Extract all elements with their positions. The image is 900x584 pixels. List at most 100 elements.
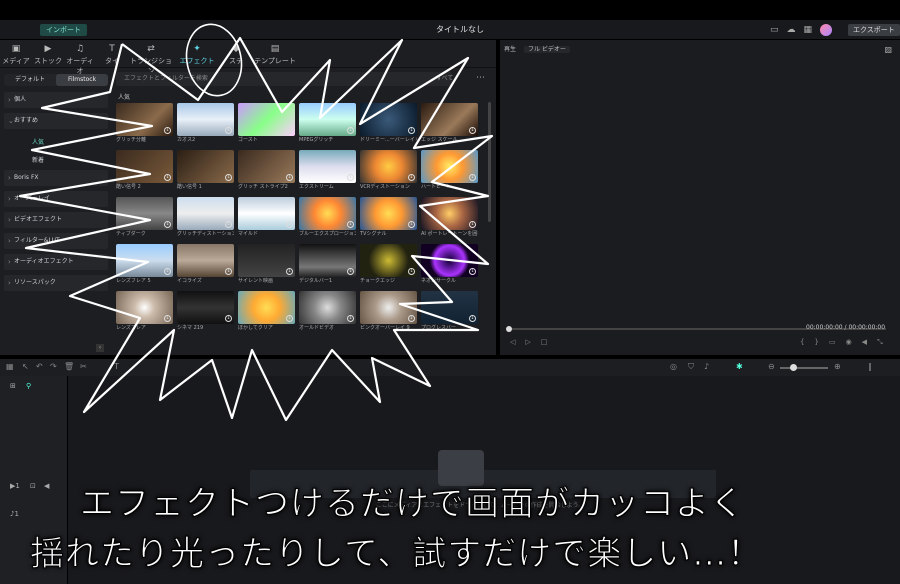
download-icon[interactable]: ↓ — [347, 315, 354, 322]
add-track-icon[interactable]: ⊞ — [10, 382, 16, 390]
camera-icon[interactable]: ◉ — [846, 338, 852, 347]
tab-default[interactable]: デフォルト — [4, 74, 56, 86]
volume-icon[interactable]: ◀ — [862, 338, 867, 347]
effect-tile[interactable]: ↓ プログレスバー — [421, 291, 478, 335]
sort-dropdown[interactable]: すべて — [436, 72, 453, 86]
effect-tile[interactable]: ↓ AI ポートレートーンを囲む — [421, 197, 478, 241]
effect-tile[interactable]: ↓ ピンクオーバーレイ 9 — [360, 291, 417, 335]
category-recommended[interactable]: おすすめ — [4, 113, 108, 129]
category-boris[interactable]: Boris FX — [4, 170, 108, 186]
tab-media[interactable]: ▣ メディア — [0, 40, 32, 67]
select-icon[interactable]: ↖ — [22, 362, 29, 371]
download-icon[interactable]: ↓ — [469, 127, 476, 134]
effect-tile[interactable]: ↓ ドリーミー...ーバーレイ 04 — [360, 103, 417, 147]
effect-tile[interactable]: ↓ レンズフレア 5 — [116, 244, 173, 288]
download-icon[interactable]: ↓ — [286, 174, 293, 181]
effect-tile[interactable]: ↓ グリッチディストーション — [177, 197, 234, 241]
effect-tile[interactable]: ↓ ティブダーク — [116, 197, 173, 241]
effect-tile[interactable]: ↓ カオス2 — [177, 103, 234, 147]
scrollbar[interactable] — [488, 102, 491, 222]
effect-tile[interactable]: ↓ イコライズ — [177, 244, 234, 288]
play-icon[interactable]: ▷ — [525, 338, 530, 346]
download-icon[interactable]: ↓ — [225, 315, 232, 322]
fullscreen-icon[interactable]: ⤡ — [877, 338, 883, 347]
tab-sticker[interactable]: ◆ ステ — [220, 40, 252, 67]
effect-tile[interactable]: ↓ 酷い信号 2 — [116, 150, 173, 194]
cloud-icon[interactable]: ☁ — [787, 24, 796, 36]
layout-icon[interactable]: ▦ — [6, 362, 14, 371]
effect-tile[interactable]: ↓ チョークエッジ — [360, 244, 417, 288]
download-icon[interactable]: ↓ — [347, 268, 354, 275]
stop-icon[interactable]: □ — [541, 338, 548, 346]
download-icon[interactable]: ↓ — [164, 127, 171, 134]
grid-icon[interactable]: ▦ — [804, 24, 813, 36]
tab-template[interactable]: ▤ テンプレート — [252, 40, 298, 67]
download-icon[interactable]: ↓ — [286, 315, 293, 322]
download-icon[interactable]: ↓ — [469, 268, 476, 275]
playhead-knob[interactable] — [506, 326, 512, 332]
download-icon[interactable]: ↓ — [347, 127, 354, 134]
tab-effects[interactable]: ✦ エフェクト — [174, 40, 220, 67]
download-icon[interactable]: ↓ — [164, 315, 171, 322]
quality-dropdown[interactable]: フル ビデオー — [523, 46, 570, 53]
sub-new[interactable]: 新着 — [4, 152, 108, 170]
zoom-slider[interactable] — [780, 367, 828, 369]
effect-tile[interactable]: ↓ 酷い信号 1 — [177, 150, 234, 194]
download-icon[interactable]: ↓ — [286, 268, 293, 275]
effect-tile[interactable]: ↓ TVシグナル — [360, 197, 417, 241]
download-icon[interactable]: ↓ — [469, 174, 476, 181]
mic-icon[interactable]: ♪ — [704, 362, 709, 371]
more-icon[interactable]: ⋯ — [476, 72, 485, 84]
category-audio-effects[interactable]: オーディオエフェクト — [4, 254, 108, 270]
mark-out-icon[interactable]: } — [814, 338, 818, 347]
resource-pack[interactable]: リソースパック — [4, 275, 108, 291]
effect-tile[interactable]: ↓ ネオンサークル — [421, 244, 478, 288]
category-video-effects[interactable]: ビデオエフェクト — [4, 212, 108, 228]
effect-tile[interactable]: ↓ MPEGグリッチ — [299, 103, 356, 147]
effect-tile[interactable]: ↓ オールドビデオ — [299, 291, 356, 335]
display-icon[interactable]: ▭ — [829, 338, 836, 347]
lock-icon[interactable]: ⊡ — [30, 482, 36, 490]
category-personal[interactable]: 個人 — [4, 92, 108, 108]
category-filters[interactable]: フィルター&LUT — [4, 233, 108, 249]
zoom-out-icon[interactable]: ⊖ — [768, 362, 775, 371]
redo-icon[interactable]: ↷ — [50, 362, 57, 371]
mute-icon[interactable]: ◀ — [44, 482, 49, 490]
monitor-icon[interactable]: ▭ — [770, 24, 779, 36]
ai-icon[interactable]: ✱ — [736, 362, 743, 371]
export-button[interactable]: エクスポート — [848, 24, 900, 36]
download-icon[interactable]: ↓ — [164, 221, 171, 228]
effect-tile[interactable]: ↓ ぼかしてクリア — [238, 291, 295, 335]
avatar[interactable] — [820, 24, 833, 36]
collapse-sidebar-button[interactable]: ‹ — [96, 344, 104, 352]
tab-stock[interactable]: ▶ ストック — [32, 40, 64, 67]
download-icon[interactable]: ↓ — [408, 315, 415, 322]
tab-transition[interactable]: ⇄ トランジション — [128, 40, 174, 75]
download-icon[interactable]: ↓ — [408, 221, 415, 228]
snapshot-icon[interactable]: ▨ — [884, 45, 892, 54]
sub-popular[interactable]: 人気 — [4, 134, 108, 152]
effect-tile[interactable]: ↓ デジタルバー1 — [299, 244, 356, 288]
effect-tile[interactable]: ↓ マイルド — [238, 197, 295, 241]
category-overlay[interactable]: オーバーレイ — [4, 191, 108, 207]
download-icon[interactable]: ↓ — [286, 127, 293, 134]
prev-frame-icon[interactable]: ◁ — [510, 338, 515, 346]
effect-tile[interactable]: ↓ エクストリーム — [299, 150, 356, 194]
render-icon[interactable]: ◎ — [670, 362, 677, 371]
effect-tile[interactable]: ↓ ハートビート — [421, 150, 478, 194]
shield-icon[interactable]: ⛉ — [688, 362, 694, 372]
undo-icon[interactable]: ↶ — [36, 362, 43, 371]
download-icon[interactable]: ↓ — [286, 221, 293, 228]
download-icon[interactable]: ↓ — [469, 315, 476, 322]
download-icon[interactable]: ↓ — [408, 127, 415, 134]
download-icon[interactable]: ↓ — [225, 221, 232, 228]
download-icon[interactable]: ↓ — [225, 174, 232, 181]
text-tool-icon[interactable]: T — [114, 362, 119, 371]
link-icon[interactable]: ⚲ — [26, 382, 31, 390]
download-icon[interactable]: ↓ — [408, 174, 415, 181]
effect-tile[interactable]: ↓ レンズフレア — [116, 291, 173, 335]
tab-audio[interactable]: ♫ オーディオ — [64, 40, 96, 75]
effect-tile[interactable]: ↓ グリッチ ストライプ2 — [238, 150, 295, 194]
effect-tile[interactable]: ↓ エッジ スケール — [421, 103, 478, 147]
effect-tile[interactable]: ↓ グリッチ分離 — [116, 103, 173, 147]
